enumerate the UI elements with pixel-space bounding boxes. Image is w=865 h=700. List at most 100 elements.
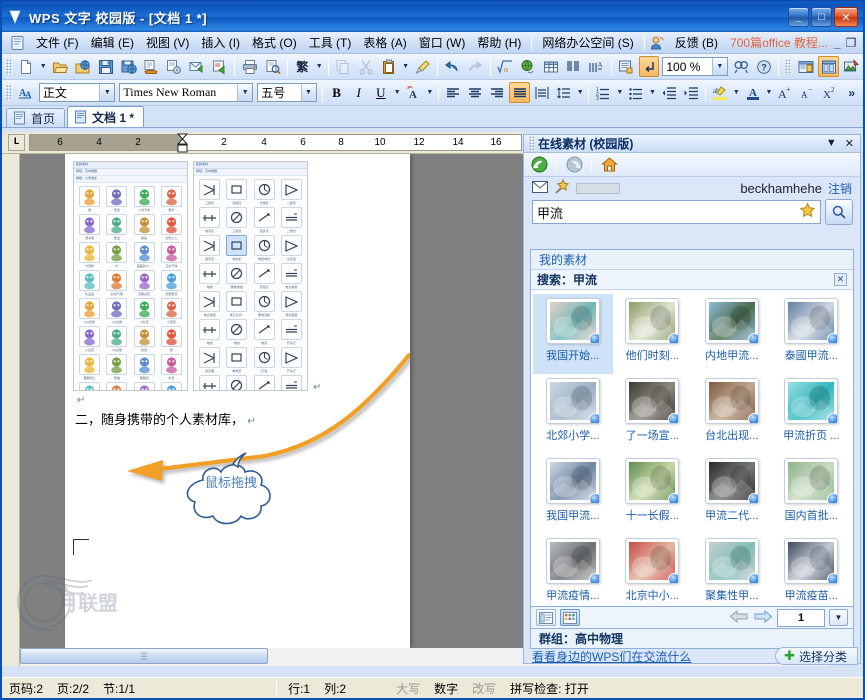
menu-office-space[interactable]: 网络办公空间 (S) <box>536 32 639 53</box>
ruler-track[interactable]: 6 4 2 2 4 6 8 10 12 14 16 18 20 22 2 <box>29 133 653 154</box>
minimize-button[interactable]: _ <box>788 7 809 27</box>
clipart-item[interactable]: 老鼠 <box>104 186 129 212</box>
align-left-icon[interactable] <box>443 82 463 103</box>
line-spacing-icon[interactable] <box>554 82 574 103</box>
grow-font-icon[interactable]: A + <box>775 82 795 103</box>
my-material-bar[interactable]: 我的素材 <box>531 250 853 270</box>
wps-community-link[interactable]: 看看身边的WPS们在交流什么 <box>526 648 691 665</box>
indent-marker[interactable] <box>176 133 189 154</box>
clipart-item[interactable]: 牛 <box>159 382 184 390</box>
clipart-item[interactable]: 猩猩和 <box>132 354 157 380</box>
material-thumbnail[interactable]: 北京中小... <box>613 534 693 606</box>
clipart-item[interactable]: 电源 <box>252 319 277 345</box>
font-size-dropdown-icon[interactable]: ▼ <box>300 84 316 101</box>
vertical-ruler[interactable] <box>2 154 20 666</box>
columns-icon[interactable] <box>563 56 584 77</box>
align-right-icon[interactable] <box>487 82 507 103</box>
material-thumbnail[interactable]: 聚集性甲... <box>692 534 772 606</box>
close-search-results-icon[interactable]: ✕ <box>834 273 847 286</box>
clipart-item[interactable]: 小男孩 <box>159 298 184 324</box>
close-button[interactable]: ✕ <box>834 7 858 27</box>
mdi-close-button[interactable]: ✕ <box>861 36 863 50</box>
material-thumbnail[interactable]: 十一长假... <box>613 454 693 534</box>
user-status-field[interactable] <box>576 182 620 194</box>
font-color-dropdown-icon[interactable]: ▼ <box>764 83 775 103</box>
traditional-chinese-dropdown-icon[interactable]: ▼ <box>314 57 325 77</box>
save-as-web-icon[interactable] <box>118 56 139 77</box>
search-button[interactable] <box>825 199 853 225</box>
mdi-restore-button[interactable]: ❐ <box>846 36 857 50</box>
clipart-item[interactable]: 毫伏表 <box>252 207 277 233</box>
material-thumbnail[interactable]: 甲流疫苗... <box>772 534 852 606</box>
show-formatting-marks-icon[interactable] <box>638 56 660 77</box>
clipart-item[interactable]: QQ企鹅 <box>104 326 129 352</box>
clipart-item[interactable]: 狗 <box>77 186 102 212</box>
menu-tools[interactable]: 工具 (T) <box>303 32 358 53</box>
increase-indent-icon[interactable] <box>681 82 701 103</box>
list-view-icon[interactable] <box>536 609 556 626</box>
clipart-item[interactable]: 毫安表 <box>197 235 222 261</box>
clipart-item[interactable]: 猪 <box>77 382 102 390</box>
material-thumbnail[interactable]: 泰國甲流... <box>772 294 852 374</box>
favorite-star-icon[interactable] <box>799 202 816 222</box>
clipart-item[interactable]: 二极管 <box>279 179 304 205</box>
search-input[interactable]: 甲流 <box>532 200 821 224</box>
clipart-item[interactable]: 象 <box>159 326 184 352</box>
clipart-item[interactable]: 小女孩 <box>132 298 157 324</box>
shrink-font-icon[interactable]: A − <box>797 82 817 103</box>
clipart-item[interactable]: 灯泡 <box>252 347 277 373</box>
styles-icon[interactable]: AA <box>16 82 36 103</box>
document-heading[interactable]: 二，随身携带的个人素材库， ↵ <box>75 409 256 428</box>
save-icon[interactable] <box>95 56 116 77</box>
cut-icon[interactable] <box>356 56 377 77</box>
clipart-item[interactable]: 水墨 <box>159 354 184 380</box>
clipart-item[interactable]: 开关元 <box>279 319 304 345</box>
next-page-arrow-icon[interactable] <box>753 609 773 627</box>
material-thumbnail[interactable]: 国内首批... <box>772 454 852 534</box>
clipart-item[interactable]: 交叉线 <box>279 235 304 261</box>
new-document-dropdown-icon[interactable]: ▼ <box>38 57 49 77</box>
clipart-item[interactable]: 安培表 <box>252 263 277 289</box>
clipart-item[interactable]: 公共汽车 <box>132 186 157 212</box>
clipart-item[interactable]: 电警电铃 <box>252 235 277 261</box>
status-overwrite[interactable]: 改写 <box>465 680 503 697</box>
font-combo[interactable]: Times New Roman ▼ <box>119 83 254 102</box>
menu-table[interactable]: 表格 (A) <box>357 32 412 53</box>
bullet-list-icon[interactable] <box>626 82 646 103</box>
tab-home[interactable]: 首页 <box>6 108 66 127</box>
tab-document-1[interactable]: 文档 1 * <box>67 106 145 127</box>
back-icon[interactable] <box>530 156 548 174</box>
align-center-icon[interactable] <box>465 82 485 103</box>
pinyin-guide-icon[interactable]: A <box>586 56 607 77</box>
material-thumbnail[interactable]: 我国甲流... <box>533 454 613 534</box>
export-pdf-icon[interactable] <box>141 56 162 77</box>
clipart-item[interactable]: 蓄电池组 <box>224 263 249 289</box>
open-document-icon[interactable] <box>50 56 71 77</box>
task-pane-toggle-icon[interactable] <box>795 56 816 77</box>
page-number-input[interactable]: 1 <box>777 608 825 627</box>
italic-button[interactable]: I <box>349 82 369 103</box>
clipart-item[interactable]: 五彩气球 <box>159 242 184 268</box>
material-thumbnail[interactable]: 他们时刻... <box>613 294 693 374</box>
bold-button[interactable]: B <box>327 82 347 103</box>
clipart-item[interactable]: 卡通熊 <box>77 242 102 268</box>
menu-insert[interactable]: 插入 (I) <box>195 32 246 53</box>
clipart-item[interactable]: 京剧男孩 <box>159 270 184 296</box>
material-thumbnail[interactable]: 台北出现... <box>692 374 772 454</box>
insert-hyperlink-icon[interactable] <box>517 56 538 77</box>
clipart-item[interactable]: 松鼠 <box>132 326 157 352</box>
menu-feedback[interactable]: 反馈 (B) <box>669 32 724 53</box>
redo-icon[interactable] <box>465 56 486 77</box>
numbered-list-icon[interactable]: 123 <box>593 82 613 103</box>
clipart-item[interactable]: 电铃 <box>224 319 249 345</box>
clipart-item[interactable]: QQ企鹅 <box>77 298 102 324</box>
clipart-item[interactable]: 跑步 <box>159 186 184 212</box>
find-icon[interactable] <box>731 56 752 77</box>
format-painter-icon[interactable] <box>412 56 433 77</box>
status-spellcheck[interactable]: 拼写检查: 打开 <box>503 680 596 697</box>
clipart-item[interactable]: 猴子 <box>132 382 157 390</box>
page-dropdown-icon[interactable]: ▼ <box>829 609 848 626</box>
clipart-item[interactable]: 猩猩和仁 <box>77 354 102 380</box>
select-category-button[interactable]: ✚ 选择分类 <box>775 647 858 665</box>
pane-grip-handle[interactable] <box>529 135 535 152</box>
